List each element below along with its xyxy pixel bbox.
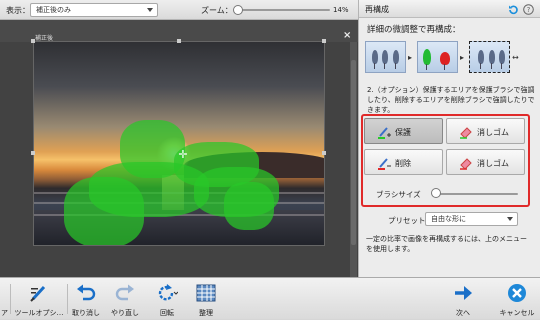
rotate-button[interactable]: 回転 <box>148 278 186 320</box>
chevron-down-icon <box>507 217 513 221</box>
instructions-text: 2.（オプション）保護するエリアを保護ブラシで強調したり、削除するエリアを削除ブ… <box>367 86 535 114</box>
arrow-right-icon: ▸ <box>408 53 413 62</box>
protect-brush-stroke <box>64 177 144 245</box>
brush-size-track[interactable] <box>432 193 518 195</box>
view-select[interactable]: 補正後のみ <box>30 3 158 17</box>
photo-sunset[interactable]: ✛ <box>33 41 325 246</box>
cancel-label: キャンセル <box>499 309 535 317</box>
view-select-value: 補正後のみ <box>36 6 71 14</box>
redo-label: やり直し <box>111 309 139 317</box>
remove-brush-label: 削除 <box>395 159 411 168</box>
grid-icon <box>196 284 216 302</box>
brush-icon <box>30 285 46 302</box>
view-toolbar: 表示： 補正後のみ ズーム： 14% <box>0 0 358 20</box>
undo-icon <box>77 284 96 301</box>
next-button[interactable]: 次へ <box>447 278 479 320</box>
remove-eraser-button[interactable]: 消しゴム <box>446 149 525 175</box>
eraser-icon <box>460 127 472 139</box>
preset-label: プリセット <box>388 216 426 225</box>
resize-handle[interactable] <box>31 151 35 155</box>
next-arrow-icon <box>455 286 472 300</box>
remove-eraser-label: 消しゴム <box>477 159 509 168</box>
undo-label: 取り消し <box>72 309 100 317</box>
resize-handle[interactable] <box>31 39 35 43</box>
organize-button[interactable]: 整理 <box>190 278 222 320</box>
crosshair-cursor-icon: ✛ <box>178 148 188 161</box>
eraser-icon <box>460 158 472 170</box>
tool-bin-edge-label: ア <box>1 309 8 317</box>
cancel-button[interactable]: キャンセル <box>496 278 538 320</box>
step-thumbnail-2[interactable] <box>417 41 458 73</box>
rotate-label: 回転 <box>160 309 174 317</box>
preset-select[interactable]: 自由な形に <box>425 212 518 226</box>
protect-eraser-button[interactable]: 消しゴム <box>446 118 525 144</box>
resize-handle[interactable] <box>177 39 181 43</box>
cancel-icon <box>508 284 526 302</box>
ratio-note: 一定の比率で画像を再構成するには、上のメニューを使用します。 <box>366 235 527 253</box>
help-icon[interactable]: ? <box>523 4 534 15</box>
resize-handle[interactable] <box>322 151 326 155</box>
brush-size-label: ブラシサイズ <box>376 190 421 199</box>
tool-options-label: ツールオプシ… <box>14 309 64 317</box>
svg-text:?: ? <box>527 6 531 14</box>
zoom-value: 14% <box>333 6 349 14</box>
protect-eraser-label: 消しゴム <box>477 128 509 137</box>
redo-icon <box>115 284 134 301</box>
redo-button[interactable]: やり直し <box>107 278 143 320</box>
zoom-slider-track[interactable] <box>236 9 330 11</box>
organize-label: 整理 <box>199 309 213 317</box>
protect-brush-button[interactable]: 保護 <box>364 118 443 144</box>
undo-button[interactable]: 取り消し <box>68 278 104 320</box>
panel-subtitle: 詳細の微調整で再構成： <box>367 25 461 35</box>
panel-title: 再構成 <box>365 5 389 14</box>
view-label: 表示： <box>6 6 30 15</box>
step-thumbnail-3[interactable] <box>469 41 510 73</box>
zoom-label: ズーム： <box>201 6 233 15</box>
remove-brush-button[interactable]: 削除 <box>364 149 443 175</box>
panel-header: 再構成 ? <box>359 0 540 18</box>
preset-select-value: 自由な形に <box>431 215 466 223</box>
protect-brush-icon <box>378 127 391 139</box>
arrow-right-icon: ↔ <box>512 53 519 62</box>
step-thumbnail-1[interactable] <box>365 41 406 73</box>
remove-brush-icon <box>378 158 391 170</box>
close-icon[interactable]: × <box>343 30 351 41</box>
bottom-toolbar: ア ツールオプシ… 取り消し やり直し 回転 整理 次へ キャンセル <box>0 277 540 319</box>
chevron-down-icon <box>147 8 153 12</box>
resize-handle[interactable] <box>322 39 326 43</box>
scrollbar-thumb[interactable] <box>351 60 356 245</box>
protect-brush-label: 保護 <box>395 128 411 137</box>
separator <box>10 284 11 314</box>
next-label: 次へ <box>456 309 470 317</box>
protect-brush-stroke <box>224 182 274 230</box>
zoom-slider-knob[interactable] <box>233 5 243 15</box>
tool-options-button[interactable]: ツールオプシ… <box>12 278 66 320</box>
rotate-icon <box>158 284 178 301</box>
refresh-icon[interactable] <box>508 4 519 15</box>
arrow-right-icon: ▸ <box>460 53 465 62</box>
